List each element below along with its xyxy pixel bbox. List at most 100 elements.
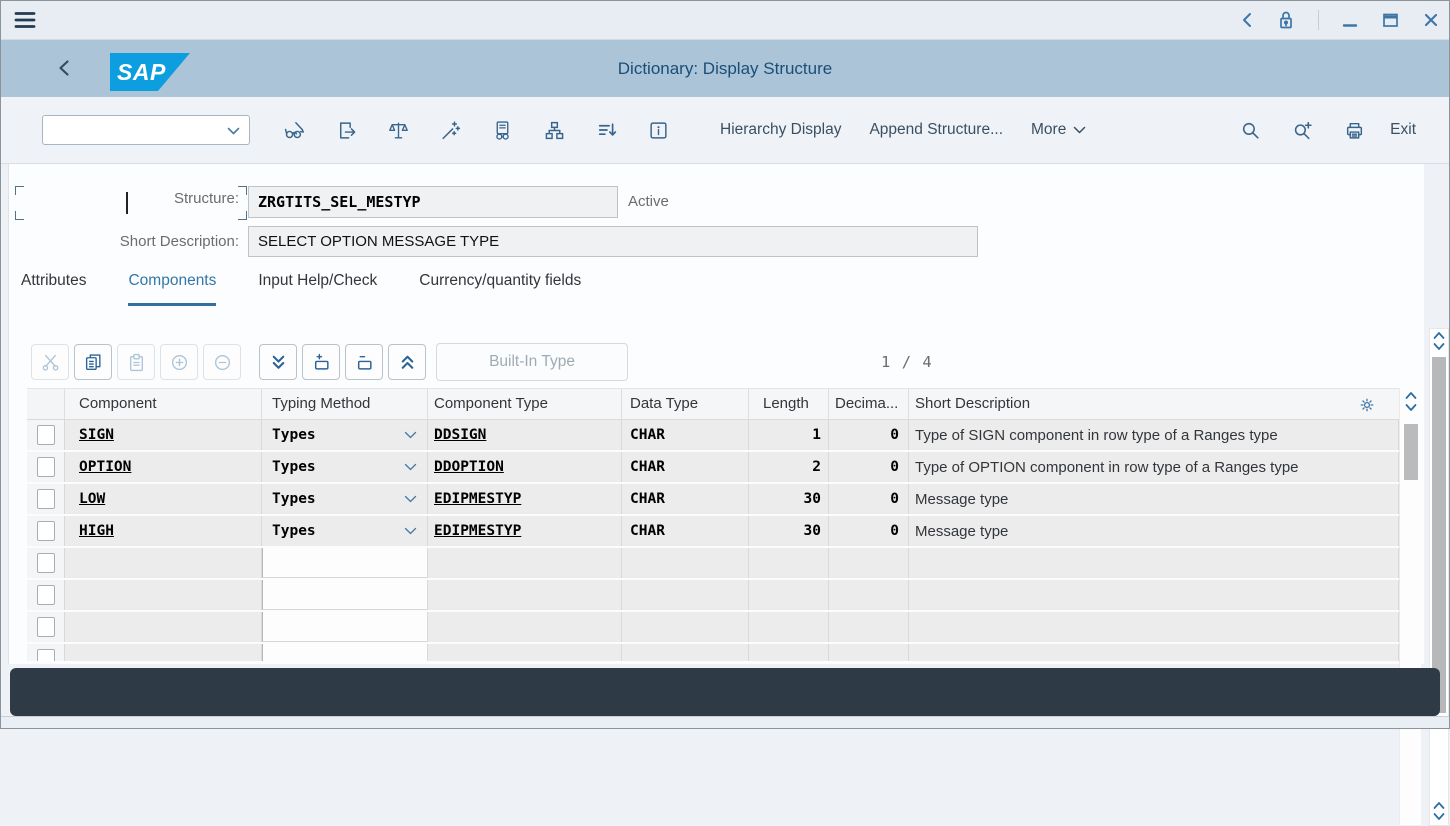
scrollbar-thumb[interactable] [1404, 424, 1418, 480]
row-checkbox[interactable] [37, 617, 55, 637]
col-component[interactable]: Component [65, 389, 262, 419]
scroll-down-icon[interactable] [1433, 812, 1445, 821]
component-type-cell[interactable] [428, 548, 622, 578]
component-link[interactable]: HIGH [79, 523, 114, 539]
component-type-link[interactable]: DDSIGN [434, 427, 486, 443]
col-short-description[interactable]: Short Description [909, 389, 1399, 419]
short-description-value: SELECT OPTION MESSAGE TYPE [258, 233, 499, 250]
maximize-icon[interactable] [1381, 11, 1400, 29]
hierarchy-display-button[interactable]: Hierarchy Display [706, 110, 855, 150]
typing-method-cell[interactable] [262, 580, 428, 610]
tab[interactable]: Currency/quantity fields [419, 270, 581, 306]
scroll-down-icon[interactable] [1433, 342, 1445, 351]
chevron-down-icon[interactable] [404, 463, 417, 472]
component-type-link[interactable]: EDIPMESTYP [434, 491, 521, 507]
copy-structure-icon[interactable] [330, 112, 362, 148]
component-type-cell[interactable] [428, 612, 622, 642]
select-all-header[interactable] [27, 389, 65, 419]
menu-icon[interactable] [12, 8, 38, 32]
where-used-icon[interactable] [486, 112, 518, 148]
add-icon[interactable] [160, 344, 198, 380]
append-structure-button[interactable]: Append Structure... [855, 110, 1017, 150]
pager-total: 4 [922, 353, 932, 371]
col-length[interactable]: Length [749, 389, 829, 419]
command-field[interactable] [42, 115, 250, 145]
command-input[interactable] [49, 117, 223, 145]
row-checkbox[interactable] [37, 457, 55, 477]
typing-method-cell[interactable] [262, 644, 428, 661]
search-plus-icon[interactable] [1286, 112, 1318, 148]
cut-icon[interactable] [31, 344, 69, 380]
scrollbar-thumb[interactable] [1432, 357, 1446, 713]
wand-icon[interactable] [434, 112, 466, 148]
row-checkbox[interactable] [37, 585, 55, 605]
component-cell[interactable] [65, 548, 262, 578]
insert-row-icon[interactable] [302, 344, 340, 380]
decimals-cell [829, 644, 909, 661]
collapse-all-icon[interactable] [388, 344, 426, 380]
scroll-down-icon[interactable] [1405, 403, 1417, 412]
component-link[interactable]: OPTION [79, 459, 131, 475]
typing-method-cell[interactable]: Types [262, 484, 428, 514]
short-description-field[interactable]: SELECT OPTION MESSAGE TYPE [248, 226, 978, 257]
typing-method-cell[interactable]: Types [262, 516, 428, 546]
delete-row-icon[interactable] [345, 344, 383, 380]
hierarchy-icon[interactable] [538, 112, 570, 148]
exit-button[interactable]: Exit [1380, 121, 1426, 139]
table-scrollbar[interactable] [1399, 388, 1421, 825]
component-link[interactable]: LOW [79, 491, 105, 507]
info-icon[interactable] [642, 112, 674, 148]
chevron-down-icon[interactable] [227, 127, 240, 136]
length-cell [749, 548, 829, 578]
tab[interactable]: Components [128, 270, 216, 306]
print-icon[interactable] [1338, 112, 1370, 148]
row-checkbox[interactable] [37, 521, 55, 541]
display-change-icon[interactable] [278, 112, 310, 148]
search-icon[interactable] [1234, 112, 1266, 148]
scroll-up-icon[interactable] [1433, 801, 1445, 810]
gear-icon[interactable] [1359, 397, 1375, 413]
typing-method-cell[interactable]: Types [262, 452, 428, 482]
typing-method-cell[interactable] [262, 612, 428, 642]
chevron-down-icon[interactable] [404, 431, 417, 440]
row-checkbox[interactable] [37, 489, 55, 509]
scroll-up-icon[interactable] [1433, 331, 1445, 340]
back-icon[interactable] [56, 58, 72, 78]
tab[interactable]: Input Help/Check [258, 270, 377, 306]
activation-log-icon[interactable] [590, 112, 622, 148]
chevron-down-icon[interactable] [404, 495, 417, 504]
built-in-type-button[interactable]: Built-In Type [436, 343, 628, 381]
tab[interactable]: Attributes [21, 270, 86, 306]
component-cell[interactable] [65, 580, 262, 610]
col-component-type[interactable]: Component Type [428, 389, 622, 419]
row-checkbox[interactable] [37, 425, 55, 445]
structure-field[interactable]: ZRGTITS_SEL_MESTYP [248, 186, 618, 218]
component-type-link[interactable]: DDOPTION [434, 459, 504, 475]
minimize-icon[interactable] [1341, 11, 1359, 29]
component-type-cell[interactable] [428, 580, 622, 610]
paste-icon[interactable] [117, 344, 155, 380]
copy-icon[interactable] [74, 344, 112, 380]
remove-icon[interactable] [203, 344, 241, 380]
component-cell[interactable] [65, 644, 262, 661]
row-checkbox[interactable] [37, 649, 55, 661]
typing-method-cell[interactable] [262, 548, 428, 578]
component-cell[interactable] [65, 612, 262, 642]
window-scrollbar[interactable] [1429, 328, 1449, 826]
back-icon[interactable] [1240, 11, 1254, 29]
lock-icon[interactable] [1276, 9, 1296, 31]
component-type-cell[interactable] [428, 644, 622, 661]
chevron-down-icon[interactable] [404, 527, 417, 536]
expand-all-icon[interactable] [259, 344, 297, 380]
close-icon[interactable] [1422, 11, 1440, 29]
component-link[interactable]: SIGN [79, 427, 114, 443]
scroll-up-icon[interactable] [1405, 391, 1417, 400]
check-consistency-icon[interactable] [382, 112, 414, 148]
col-data-type[interactable]: Data Type [622, 389, 749, 419]
component-type-link[interactable]: EDIPMESTYP [434, 523, 521, 539]
col-typing-method[interactable]: Typing Method [262, 389, 428, 419]
typing-method-cell[interactable]: Types [262, 420, 428, 450]
col-decimals[interactable]: Decima... [829, 389, 909, 419]
row-checkbox[interactable] [37, 553, 55, 573]
more-button[interactable]: More [1017, 110, 1100, 150]
